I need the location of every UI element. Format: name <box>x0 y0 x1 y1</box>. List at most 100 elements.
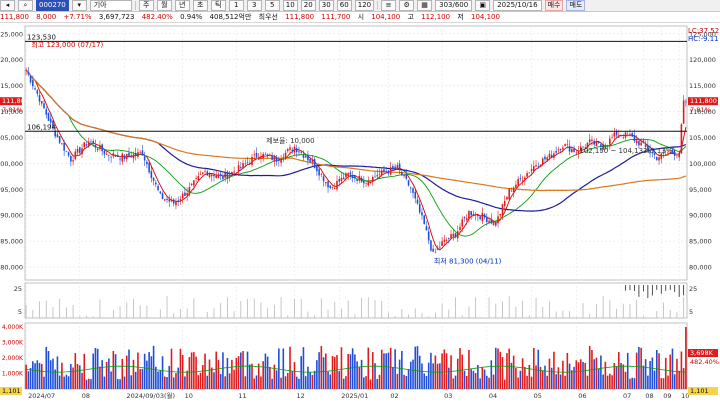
volume-bar <box>70 364 72 389</box>
volume-bar <box>269 367 271 389</box>
chart-annotation: 102,150 ~ 104,133(5.13%) <box>579 147 675 155</box>
candle <box>336 181 338 190</box>
volume-bar <box>403 374 405 389</box>
lc-label: LC:37.52 <box>688 27 719 35</box>
volume-bar <box>163 376 166 389</box>
volume-bar <box>617 352 620 389</box>
volume-tick: 2,000K <box>2 355 24 362</box>
candle <box>213 174 215 177</box>
volume-bar <box>61 362 63 389</box>
volume-bar <box>137 352 139 389</box>
candle <box>119 158 121 160</box>
candle <box>262 153 264 159</box>
candle <box>67 152 70 156</box>
candle <box>606 145 609 146</box>
candle <box>544 156 546 160</box>
stock-search-button[interactable]: ▾ <box>71 0 87 11</box>
volume-bar <box>436 363 439 389</box>
volume-bar <box>146 360 148 389</box>
candle <box>132 154 135 159</box>
volume-bar <box>184 376 186 389</box>
count-field[interactable]: 303/600 <box>435 0 473 11</box>
candle <box>389 167 392 175</box>
candle <box>566 144 569 146</box>
indicator-icon[interactable]: ≡ <box>381 0 397 11</box>
volume-bar <box>110 371 112 389</box>
price-badge-text: 111,800 <box>2 97 29 105</box>
stock-name-field[interactable]: 기아 <box>89 0 132 11</box>
grid <box>24 25 688 390</box>
volume-bar <box>575 360 578 389</box>
volume-bar <box>87 378 90 389</box>
volume-bar <box>161 356 164 389</box>
candle <box>313 159 316 169</box>
candle <box>87 141 90 146</box>
volume-bar <box>56 356 59 389</box>
calendar-icon[interactable]: ▣ <box>475 0 491 11</box>
candle <box>488 220 490 223</box>
candle <box>611 137 613 139</box>
period-button[interactable]: 10 <box>282 0 298 11</box>
period-button[interactable]: 틱 <box>210 0 226 11</box>
x-tick: 08 <box>645 392 653 400</box>
volume-bar <box>90 379 92 389</box>
right-badge-text: 1,101 <box>690 387 709 395</box>
period-button[interactable]: 5 <box>264 0 280 11</box>
period-button[interactable]: 120 <box>354 0 375 11</box>
candle <box>161 193 164 199</box>
y-tick-left: 125,000 <box>0 30 23 38</box>
volume-bar <box>418 355 421 389</box>
candle <box>302 154 305 158</box>
volume-bar <box>517 377 519 389</box>
candle <box>479 216 481 220</box>
volume-bar <box>289 346 291 389</box>
period-button[interactable]: 1 <box>228 0 244 11</box>
volume-bar <box>313 370 316 389</box>
volume-bar <box>416 346 419 389</box>
buy-button[interactable]: 매수 <box>544 0 564 11</box>
volume-bar <box>345 376 347 389</box>
period-button[interactable]: 30 <box>318 0 334 11</box>
search-icon[interactable]: ⌕ <box>18 0 33 11</box>
period-button[interactable]: 초 <box>192 0 208 11</box>
ma-line-ma5 <box>25 69 687 251</box>
candle <box>202 172 204 174</box>
menu-button[interactable]: ◂ <box>0 0 15 11</box>
period-button[interactable]: 년 <box>174 0 190 11</box>
candle <box>271 155 273 160</box>
volume-bar <box>76 363 79 389</box>
volume-bar <box>128 349 130 389</box>
stock-code-input[interactable]: 000270 <box>36 0 69 11</box>
period-button[interactable]: 60 <box>336 0 352 11</box>
period-button[interactable]: 3 <box>246 0 262 11</box>
volume-bar <box>159 370 162 389</box>
separator <box>377 1 379 10</box>
volume-bar <box>52 358 54 389</box>
candle <box>497 216 499 224</box>
date-field[interactable]: 2025/10/16 <box>493 0 542 11</box>
candle <box>622 137 625 139</box>
candle <box>575 152 578 154</box>
grid-icon[interactable]: ▦ <box>417 0 433 11</box>
sell-button[interactable]: 매도 <box>566 0 586 11</box>
volume-bar <box>521 358 524 389</box>
price-chart[interactable]: 123,530106,194 최고 123,000 (07/17)최저 81,3… <box>0 23 720 404</box>
volume-bar <box>465 375 468 389</box>
candle <box>275 157 278 162</box>
tool-icon[interactable]: ⚙ <box>399 0 415 11</box>
candle <box>351 175 354 179</box>
volume-bar <box>300 356 303 389</box>
candle <box>45 109 48 115</box>
candle <box>615 131 618 136</box>
candle <box>63 143 65 151</box>
period-button[interactable]: 월 <box>156 0 172 11</box>
candle <box>40 101 43 104</box>
candle <box>345 173 347 178</box>
volume-bar <box>172 377 175 389</box>
period-button[interactable]: 20 <box>300 0 316 11</box>
y-tick-left: 120,000 <box>0 56 23 64</box>
candle <box>631 133 634 137</box>
y-tick-right: 100,000 <box>689 160 716 168</box>
volume-bar <box>47 351 50 389</box>
period-button[interactable]: 주 <box>138 0 154 11</box>
